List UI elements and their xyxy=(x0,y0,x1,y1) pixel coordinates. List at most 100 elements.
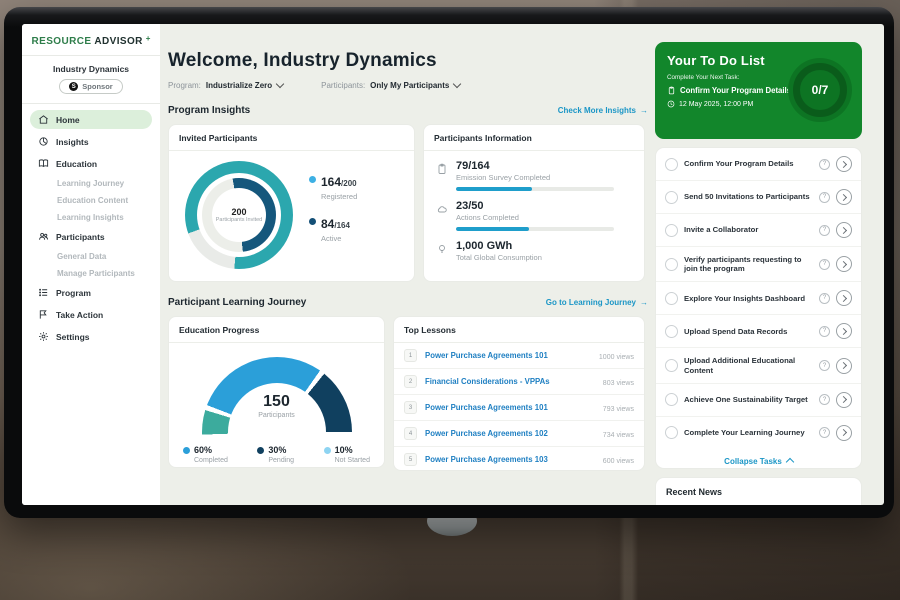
main-content: Welcome, Industry Dynamics Program: Indu… xyxy=(168,24,648,471)
task-go-button[interactable] xyxy=(836,323,852,339)
task-checkbox[interactable] xyxy=(665,426,678,439)
chevron-up-icon xyxy=(786,458,794,466)
filters-row: Program: Industrialize Zero Participants… xyxy=(168,81,648,90)
donut-center-label: Participants Invited xyxy=(216,217,262,224)
todo-progress-ring: 0/7 xyxy=(788,58,852,122)
legend-pending: 30% Pending xyxy=(257,445,294,464)
todo-counter: 0/7 xyxy=(812,83,829,97)
sidebar-item-manage-participants[interactable]: Manage Participants xyxy=(30,266,152,281)
legend-dot xyxy=(309,218,316,225)
task-checkbox[interactable] xyxy=(665,292,678,305)
collapse-tasks-link[interactable]: Collapse Tasks xyxy=(656,449,861,469)
sidebar-item-take-action[interactable]: Take Action xyxy=(30,305,152,324)
bulb-icon xyxy=(436,243,448,255)
learning-journey-cards: Education Progress 150 Participants 60% … xyxy=(168,316,648,471)
home-icon xyxy=(38,114,49,125)
task-go-button[interactable] xyxy=(836,290,852,306)
participants-filter[interactable]: Participants: Only My Participants xyxy=(321,81,460,90)
sidebar-item-general-data[interactable]: General Data xyxy=(30,249,152,264)
learning-journey-header: Participant Learning Journey Go to Learn… xyxy=(168,297,648,308)
task-go-button[interactable] xyxy=(836,425,852,441)
sponsor-badge: S Sponsor xyxy=(59,79,122,94)
invited-donut-chart: 200 Participants Invited xyxy=(185,161,293,269)
sidebar-item-participants[interactable]: Participants xyxy=(30,227,152,246)
sidebar-item-home[interactable]: Home xyxy=(30,110,152,129)
legend-dot xyxy=(257,447,264,454)
lesson-link[interactable]: Power Purchase Agreements 102 xyxy=(425,429,601,438)
sidebar-item-program[interactable]: Program xyxy=(30,283,152,302)
task-row: Verify participants requesting to join t… xyxy=(656,247,861,282)
task-row: Achieve One Sustainability Target ? xyxy=(656,384,861,417)
education-progress-card: Education Progress 150 Participants 60% … xyxy=(168,316,385,468)
task-checkbox[interactable] xyxy=(665,258,678,271)
lesson-link[interactable]: Power Purchase Agreements 103 xyxy=(425,455,601,464)
gauge-legend: 60% Completed 30% Pending 10% Not Starte… xyxy=(169,435,384,464)
lesson-link[interactable]: Financial Considerations - VPPAs xyxy=(425,377,601,386)
legend-registered: 164/200 Registered xyxy=(309,173,357,201)
legend-completed: 60% Completed xyxy=(183,445,228,464)
task-go-button[interactable] xyxy=(836,189,852,205)
task-checkbox[interactable] xyxy=(665,224,678,237)
task-row: Explore Your Insights Dashboard ? xyxy=(656,282,861,315)
help-icon[interactable]: ? xyxy=(819,427,830,438)
legend-dot xyxy=(309,176,316,183)
program-filter[interactable]: Program: Industrialize Zero xyxy=(168,81,283,90)
help-icon[interactable]: ? xyxy=(819,293,830,304)
sidebar-item-learning-insights[interactable]: Learning Insights xyxy=(30,210,152,225)
sidebar-item-insights[interactable]: Insights xyxy=(30,132,152,151)
help-icon[interactable]: ? xyxy=(819,225,830,236)
task-row: Confirm Your Program Details ? xyxy=(656,148,861,181)
card-title: Participants Information xyxy=(424,125,644,151)
divider xyxy=(22,55,160,56)
lesson-link[interactable]: Power Purchase Agreements 101 xyxy=(425,403,601,412)
sponsor-label: Sponsor xyxy=(82,82,112,91)
lesson-row: 5 Power Purchase Agreements 103 600views xyxy=(394,447,644,472)
task-checkbox[interactable] xyxy=(665,325,678,338)
lesson-row: 1 Power Purchase Agreements 101 1000view… xyxy=(394,343,644,369)
task-go-button[interactable] xyxy=(836,358,852,374)
gear-icon xyxy=(38,331,49,342)
task-go-button[interactable] xyxy=(836,156,852,172)
help-icon[interactable]: ? xyxy=(819,259,830,270)
brand-part1: RESOURCE xyxy=(32,36,92,47)
donut-center-value: 200 xyxy=(216,207,262,217)
card-title: Invited Participants xyxy=(169,125,414,151)
task-checkbox[interactable] xyxy=(665,158,678,171)
lesson-row: 2 Financial Considerations - VPPAs 803vi… xyxy=(394,369,644,395)
task-go-button[interactable] xyxy=(836,222,852,238)
book-icon xyxy=(38,158,49,169)
progress-bar xyxy=(456,187,614,191)
progress-bar xyxy=(456,227,614,231)
go-to-learning-journey-link[interactable]: Go to Learning Journey → xyxy=(546,298,648,307)
page-title: Welcome, Industry Dynamics xyxy=(168,50,648,72)
task-checkbox[interactable] xyxy=(665,359,678,372)
help-icon[interactable]: ? xyxy=(819,360,830,371)
help-icon[interactable]: ? xyxy=(819,394,830,405)
check-more-insights-link[interactable]: Check More Insights → xyxy=(558,106,648,115)
stat-global-consumption: 1,000 GWh Total Global Consumption xyxy=(424,231,644,262)
sidebar-item-settings[interactable]: Settings xyxy=(30,327,152,346)
help-icon[interactable]: ? xyxy=(819,159,830,170)
lesson-row: 3 Power Purchase Agreements 101 793views xyxy=(394,395,644,421)
task-checkbox[interactable] xyxy=(665,393,678,406)
help-icon[interactable]: ? xyxy=(819,192,830,203)
legend-not-started: 10% Not Started xyxy=(324,445,370,464)
lesson-link[interactable]: Power Purchase Agreements 101 xyxy=(425,351,597,360)
task-go-button[interactable] xyxy=(836,256,852,272)
sidebar-nav: Home Insights Education Learning Journey… xyxy=(22,104,160,355)
rank-badge: 1 xyxy=(404,349,417,362)
chevron-down-icon xyxy=(276,80,284,88)
sidebar-item-learning-journey[interactable]: Learning Journey xyxy=(30,176,152,191)
task-go-button[interactable] xyxy=(836,392,852,408)
help-icon[interactable]: ? xyxy=(819,326,830,337)
clipboard-icon xyxy=(436,163,448,175)
task-checkbox[interactable] xyxy=(665,191,678,204)
clipboard-icon xyxy=(667,86,676,95)
sidebar-item-education[interactable]: Education xyxy=(30,154,152,173)
task-row: Upload Additional Educational Content ? xyxy=(656,348,861,383)
participants-icon xyxy=(38,231,49,242)
stat-actions-completed: 23/50 Actions Completed xyxy=(424,191,644,231)
sidebar-item-education-content[interactable]: Education Content xyxy=(30,193,152,208)
legend-dot xyxy=(324,447,331,454)
lesson-row: 4 Power Purchase Agreements 102 734views xyxy=(394,421,644,447)
